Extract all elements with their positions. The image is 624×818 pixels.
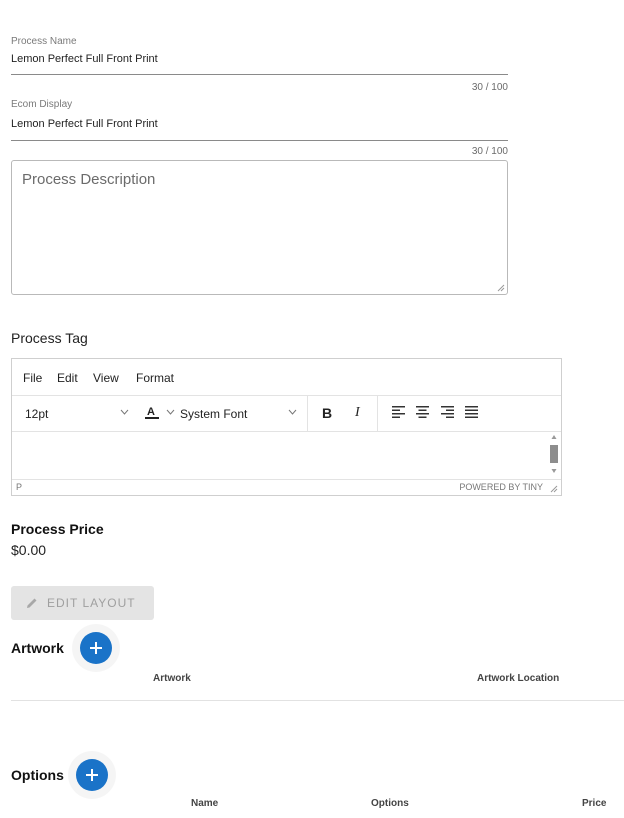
add-option-button[interactable] <box>76 759 108 791</box>
align-left-icon[interactable] <box>392 406 405 418</box>
powered-by-tiny-link[interactable]: POWERED BY TINY <box>459 482 543 492</box>
editor-menubar: File Edit View Format <box>12 359 561 396</box>
element-path[interactable]: P <box>16 482 22 492</box>
text-color-icon[interactable]: A <box>144 404 160 421</box>
process-description-placeholder: Process Description <box>22 171 156 188</box>
svg-text:A: A <box>147 406 155 418</box>
menu-format[interactable]: Format <box>136 371 174 385</box>
toolbar-separator <box>307 395 308 431</box>
italic-button[interactable]: I <box>355 405 360 421</box>
font-size-select[interactable]: 12pt <box>25 407 48 421</box>
font-family-chevron-down-icon[interactable] <box>288 409 297 415</box>
align-right-icon[interactable] <box>441 406 454 418</box>
process-tag-title: Process Tag <box>11 330 88 346</box>
artwork-location-column-header: Artwork Location <box>477 673 560 684</box>
options-column-header: Options <box>371 798 409 809</box>
add-artwork-button[interactable] <box>80 632 112 664</box>
options-title: Options <box>11 767 64 783</box>
editor-resize-icon[interactable] <box>550 485 558 493</box>
editor-scrollbar[interactable] <box>548 431 560 479</box>
align-justify-icon[interactable] <box>465 406 478 418</box>
font-family-select[interactable]: System Font <box>180 407 247 421</box>
name-column-header: Name <box>191 798 219 809</box>
process-price-title: Process Price <box>11 521 104 537</box>
font-size-chevron-down-icon[interactable] <box>120 409 129 415</box>
process-name-underline <box>11 74 508 75</box>
resize-grip-icon[interactable] <box>497 284 505 292</box>
artwork-title: Artwork <box>11 640 64 656</box>
plus-icon <box>86 769 98 781</box>
edit-layout-label: EDIT LAYOUT <box>47 596 136 610</box>
text-color-chevron-down-icon[interactable] <box>166 409 175 415</box>
price-column-header: Price <box>582 798 607 809</box>
pencil-icon <box>27 598 37 608</box>
toolbar-separator <box>377 395 378 431</box>
editor-toolbar: 12pt A System Font B I <box>12 395 561 432</box>
editor-content-area[interactable] <box>12 431 561 479</box>
plus-icon <box>90 642 102 654</box>
align-center-icon[interactable] <box>416 406 429 418</box>
process-name-value[interactable]: Lemon Perfect Full Front Print <box>11 53 158 65</box>
editor-statusbar: P POWERED BY TINY <box>12 479 561 495</box>
menu-view[interactable]: View <box>93 371 119 385</box>
ecom-display-value[interactable]: Lemon Perfect Full Front Print <box>11 118 158 130</box>
artwork-column-header: Artwork <box>153 673 191 684</box>
ecom-display-underline <box>11 140 508 141</box>
menu-edit[interactable]: Edit <box>57 371 78 385</box>
ecom-display-label: Ecom Display <box>11 99 73 110</box>
process-name-counter: 30 / 100 <box>471 82 508 93</box>
process-description-textarea[interactable]: Process Description <box>11 160 508 295</box>
edit-layout-button[interactable]: EDIT LAYOUT <box>11 586 154 620</box>
process-name-label: Process Name <box>11 36 77 47</box>
process-price-value: $0.00 <box>11 542 47 558</box>
ecom-display-counter: 30 / 100 <box>471 146 508 157</box>
menu-file[interactable]: File <box>23 371 42 385</box>
bold-button[interactable]: B <box>322 405 332 421</box>
artwork-table-divider <box>11 700 624 701</box>
rich-text-editor[interactable]: File Edit View Format 12pt A System Font… <box>11 358 562 496</box>
